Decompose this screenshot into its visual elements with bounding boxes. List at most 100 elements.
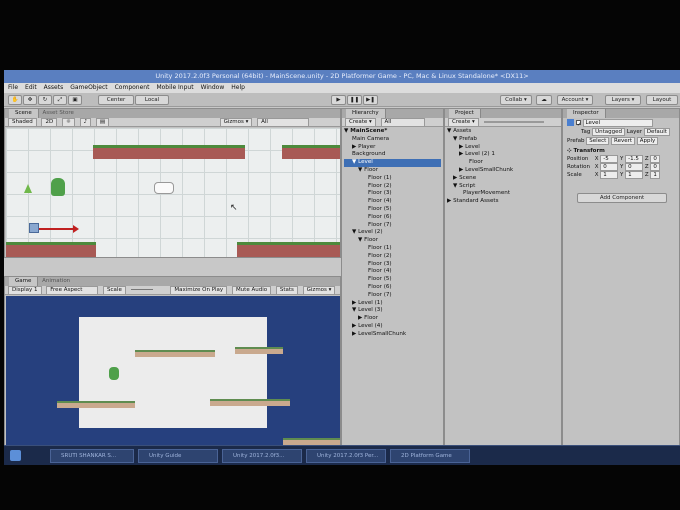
menu-mobile-input[interactable]: Mobile Input [156,83,193,93]
layers-button[interactable]: Layers ▾ [605,95,641,105]
hierarchy-item[interactable]: Main Camera [344,136,441,144]
active-checkbox[interactable]: ✓ [575,120,581,128]
hierarchy-item[interactable]: ▶ Level (4) [344,323,441,331]
maximize-on-play-toggle[interactable]: Maximize On Play [170,286,228,294]
shading-mode-dropdown[interactable]: Shaded [8,118,37,126]
tab-asset-store[interactable]: Asset Store [43,110,74,116]
project-item[interactable]: ▼ Prefab [447,136,559,144]
position-y-field[interactable]: -1.5 [625,155,644,163]
effects-icon[interactable]: ▤ [95,118,110,126]
pivot-local-button[interactable]: Local [135,95,169,105]
project-item[interactable]: ▶ LevelSmallChunk [447,167,559,175]
prefab-revert-button[interactable]: Revert [611,137,636,145]
hierarchy-item[interactable]: Floor (3) [344,261,441,269]
scale-tool-icon[interactable]: ⤢ [53,95,67,105]
pause-icon[interactable]: ❚❚ [347,95,362,105]
display-dropdown[interactable]: Display 1 [8,286,42,294]
game-viewport[interactable] [6,296,340,464]
hierarchy-item[interactable]: Floor (5) [344,276,441,284]
tab-inspector[interactable]: Inspector [567,109,606,118]
start-button-icon[interactable] [10,450,21,461]
stats-toggle[interactable]: Stats [275,286,298,294]
menu-help[interactable]: Help [231,83,245,93]
play-icon[interactable]: ▶ [331,95,346,105]
tab-game[interactable]: Game [9,277,39,286]
hierarchy-item[interactable]: Floor (3) [344,190,441,198]
menu-gameobject[interactable]: GameObject [70,83,107,93]
project-item[interactable]: ▶ Level (2) 1 [447,151,559,159]
hierarchy-item[interactable]: Floor (6) [344,214,441,222]
pivot-center-button[interactable]: Center [98,95,134,105]
menu-component[interactable]: Component [115,83,150,93]
taskbar-item[interactable]: 2D Platform Game [390,449,470,463]
layer-dropdown[interactable]: Default [643,128,670,136]
hierarchy-item[interactable]: Floor (4) [344,268,441,276]
audio-icon[interactable]: ♪ [79,118,92,126]
scene-search-input[interactable]: All [257,118,310,126]
hierarchy-item[interactable]: Floor (6) [344,284,441,292]
menu-window[interactable]: Window [201,83,225,93]
prefab-apply-button[interactable]: Apply [636,137,659,145]
project-item[interactable]: ▼ Assets [447,128,559,136]
menu-file[interactable]: File [8,83,18,93]
hierarchy-item[interactable]: Floor (2) [344,183,441,191]
tab-scene[interactable]: Scene [9,109,39,118]
tab-project[interactable]: Project [449,109,481,118]
scale-y-field[interactable]: 1 [625,171,644,179]
hierarchy-item[interactable]: ▶ LevelSmallChunk [344,331,441,339]
cloud-icon[interactable]: ☁ [536,95,552,105]
project-create-button[interactable]: Create ▾ [448,118,479,126]
hierarchy-item[interactable]: ▼ Floor [344,167,441,175]
rotate-tool-icon[interactable]: ↻ [38,95,52,105]
rotation-x-field[interactable]: 0 [600,163,619,171]
transform-header[interactable]: ⊹ Transform [567,147,605,155]
move-tool-icon[interactable]: ✥ [23,95,37,105]
project-item[interactable]: ▶ Level [447,144,559,152]
hierarchy-item[interactable]: ▶ Level (1) [344,300,441,308]
hierarchy-item[interactable]: Floor (2) [344,253,441,261]
2d-toggle[interactable]: 2D [41,118,58,126]
mute-audio-toggle[interactable]: Mute Audio [231,286,272,294]
menu-edit[interactable]: Edit [25,83,37,93]
hierarchy-item[interactable]: Floor (1) [344,175,441,183]
hierarchy-item[interactable]: Floor (4) [344,198,441,206]
hierarchy-item-mainscene[interactable]: ▼ MainScene* [344,128,441,136]
taskbar-item[interactable]: Unity Guide [138,449,218,463]
project-item[interactable]: ▶ Standard Assets [447,198,559,206]
scale-track[interactable] [130,289,153,290]
step-icon[interactable]: ▶❚ [363,95,378,105]
position-x-field[interactable]: -5 [600,155,619,163]
taskbar-item[interactable]: Unity 2017.2.0f3... [222,449,302,463]
taskbar-item[interactable]: SRUTI SHANKAR S... [50,449,134,463]
project-item[interactable]: PlayerMovement [447,190,559,198]
collab-button[interactable]: Collab ▾ [500,95,532,105]
hierarchy-item[interactable]: Floor (7) [344,222,441,230]
taskbar-item[interactable]: Unity 2017.2.0f3 Per... [306,449,386,463]
hierarchy-item-selected[interactable]: ▼ Level [344,159,441,167]
scene-gizmos-dropdown[interactable]: Gizmos ▾ [219,118,253,126]
hierarchy-item[interactable]: ▼ Floor [344,237,441,245]
project-item[interactable]: ▼ Script [447,183,559,191]
position-z-field[interactable]: 0 [650,155,660,163]
project-item[interactable]: Floor [447,159,559,167]
hierarchy-item[interactable]: Floor (7) [344,292,441,300]
lighting-icon[interactable]: ☼ [61,118,75,126]
scale-z-field[interactable]: 1 [650,171,660,179]
add-component-button[interactable]: Add Component [577,193,667,203]
aspect-dropdown[interactable]: Free Aspect [46,286,99,294]
tag-dropdown[interactable]: Untagged [592,128,625,136]
game-gizmos-dropdown[interactable]: Gizmos ▾ [302,286,336,294]
layout-button[interactable]: Layout [646,95,678,105]
hand-tool-icon[interactable]: ✋ [8,95,22,105]
account-button[interactable]: Account ▾ [557,95,593,105]
hierarchy-item[interactable]: ▼ Level (3) [344,307,441,315]
hierarchy-search-input[interactable]: All [380,118,425,126]
hierarchy-item[interactable]: Floor (1) [344,245,441,253]
prefab-select-button[interactable]: Select [586,137,610,145]
rotation-y-field[interactable]: 0 [625,163,644,171]
hierarchy-item[interactable]: ▶ Floor [344,315,441,323]
tab-hierarchy[interactable]: Hierarchy [346,109,386,118]
scale-x-field[interactable]: 1 [600,171,619,179]
camera-gizmo-icon[interactable] [154,182,174,194]
hierarchy-item[interactable]: Background [344,151,441,159]
